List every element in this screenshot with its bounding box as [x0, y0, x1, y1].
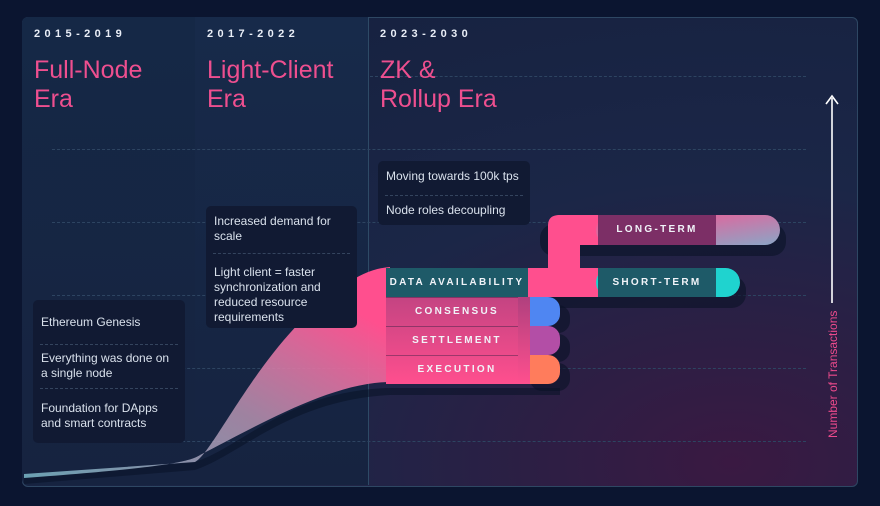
short-term-label: SHORT-TERM [612, 277, 702, 288]
full-node-notes: Ethereum Genesis Everything was done on … [33, 300, 185, 443]
note-item: Moving towards 100k tps [386, 169, 519, 183]
long-term-label: LONG-TERM [616, 224, 698, 235]
y-axis-label: Number of Transactions [826, 310, 840, 438]
consensus-label: CONSENSUS [414, 306, 500, 317]
rollup-notes: Moving towards 100k tps Node roles decou… [378, 161, 530, 225]
note-item: Foundation for DApps and smart contracts [41, 401, 158, 430]
light-client-notes: Increased demand for scale Light client … [206, 206, 357, 328]
note-item: Node roles decoupling [386, 203, 506, 217]
note-item: Light client = faster synchronization an… [214, 265, 321, 324]
execution-label: EXECUTION [417, 364, 497, 375]
note-item: Increased demand for scale [214, 214, 331, 243]
data-availability-label: DATA AVAILABILITY [389, 277, 525, 288]
settlement-label: SETTLEMENT [412, 335, 502, 346]
note-item: Ethereum Genesis [41, 315, 141, 329]
note-item: Everything was done on a single node [41, 351, 170, 380]
